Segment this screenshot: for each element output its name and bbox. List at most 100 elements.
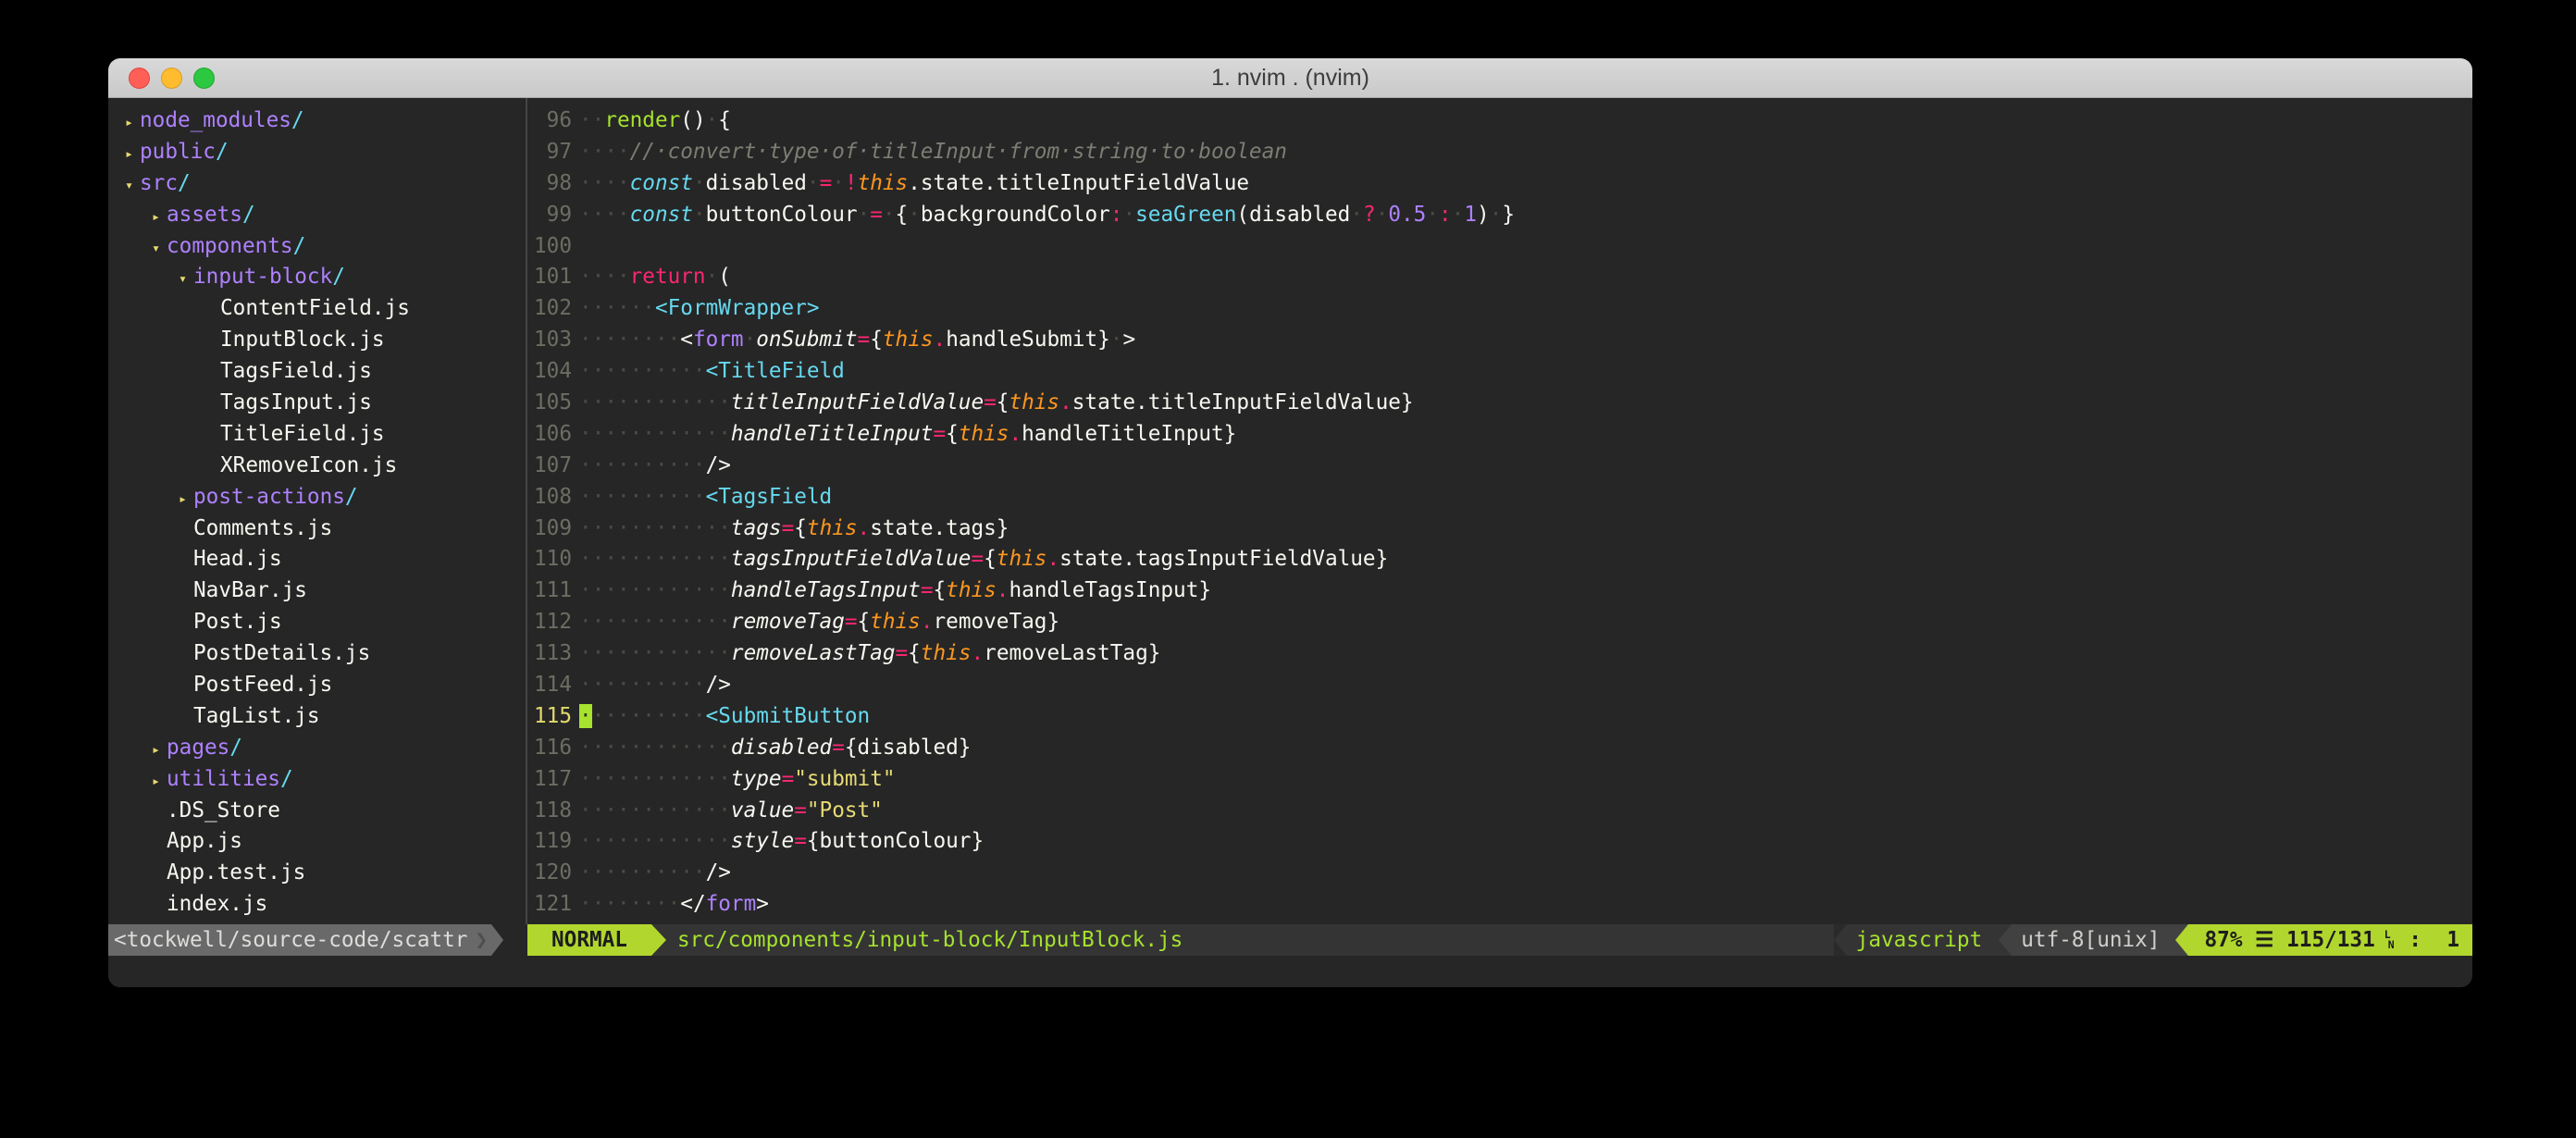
tree-item-file[interactable]: index.js	[108, 889, 526, 921]
code-line[interactable]: 108··········<TagsField	[527, 482, 2472, 513]
tree-item-file[interactable]: PostDetails.js	[108, 638, 526, 670]
code-line[interactable]: 115··········<SubmitButton	[527, 701, 2472, 733]
code-token: ·	[1122, 203, 1135, 227]
tree-item-file[interactable]: App.test.js	[108, 858, 526, 889]
code-token: "submit"	[794, 767, 895, 791]
tree-item-file[interactable]: App.js	[108, 826, 526, 858]
code-token: ········	[579, 328, 680, 352]
code-line[interactable]: 112············removeTag={this.removeTag…	[527, 607, 2472, 638]
line-number: 109	[527, 513, 572, 545]
code-line[interactable]: 107··········/>	[527, 451, 2472, 482]
code-line[interactable]: 119············style={buttonColour}	[527, 826, 2472, 858]
code-line[interactable]: 109············tags={this.state.tags}	[527, 513, 2472, 545]
tree-item-file[interactable]: NavBar.js	[108, 575, 526, 607]
code-line[interactable]: 116············disabled={disabled}	[527, 733, 2472, 764]
code-line[interactable]: 111············handleTagsInput={this.han…	[527, 575, 2472, 607]
chevron-right-icon[interactable]: ▸	[152, 735, 167, 766]
code-token: </	[680, 892, 705, 916]
code-token: handleTagsInput}	[1009, 578, 1211, 602]
tree-item-file[interactable]: TagsField.js	[108, 356, 526, 388]
tree-item-file[interactable]: TitleField.js	[108, 419, 526, 451]
nerdtree-panel[interactable]: ▸node_modules/▸public/▾src/▸assets/▾comp…	[108, 98, 526, 924]
code-line[interactable]: 105············titleInputFieldValue={thi…	[527, 388, 2472, 419]
line-number: 117	[527, 764, 572, 796]
code-token: (	[718, 265, 731, 289]
chevron-right-icon: ❯	[475, 924, 491, 956]
chevron-right-icon[interactable]: ▸	[179, 484, 193, 515]
code-line[interactable]: 101····return·(	[527, 262, 2472, 293]
code-token: this	[997, 547, 1047, 571]
code-token: <	[680, 328, 693, 352]
tree-item-dir[interactable]: ▸post-actions/	[108, 482, 526, 513]
file-name: PostDetails.js	[193, 641, 370, 665]
file-name: index.js	[167, 892, 267, 916]
code-token: :	[1110, 203, 1123, 227]
tree-item-file[interactable]: PostFeed.js	[108, 670, 526, 701]
chevron-right-icon[interactable]: ▸	[152, 202, 167, 233]
code-token: =	[820, 171, 833, 195]
code-line[interactable]: 96··render()·{	[527, 105, 2472, 137]
tree-item-dir[interactable]: ▾input-block/	[108, 262, 526, 293]
code-line[interactable]: 97····//·convert·type·of·titleInput·from…	[527, 137, 2472, 168]
tree-item-dir[interactable]: ▾src/	[108, 168, 526, 200]
line-position: 115/131	[2286, 924, 2375, 956]
tree-item-file[interactable]: Comments.js	[108, 513, 526, 545]
dir-slash: /	[242, 203, 255, 227]
code-token: ·	[706, 108, 719, 132]
tree-item-dir[interactable]: ▸utilities/	[108, 764, 526, 796]
line-number: 105	[527, 388, 572, 419]
code-line[interactable]: 110············tagsInputFieldValue={this…	[527, 544, 2472, 575]
tree-item-file[interactable]: TagsInput.js	[108, 388, 526, 419]
code-line[interactable]: 103········<form·onSubmit={this.handleSu…	[527, 325, 2472, 356]
code-token: =	[870, 203, 883, 227]
code-token: removeLastTag}	[984, 641, 1160, 665]
tree-item-file[interactable]: .DS_Store	[108, 796, 526, 827]
line-number: 107	[527, 451, 572, 482]
code-token: ·········	[592, 704, 706, 728]
file-name: ContentField.js	[220, 296, 410, 320]
chevron-right-icon[interactable]: ▸	[125, 139, 140, 170]
tree-item-file[interactable]: Post.js	[108, 607, 526, 638]
tree-item-dir[interactable]: ▸assets/	[108, 200, 526, 231]
code-token: removeTag	[731, 610, 845, 634]
code-token: return	[630, 265, 706, 289]
code-line[interactable]: 120··········/>	[527, 858, 2472, 889]
code-line[interactable]: 98····const·disabled·=·!this.state.title…	[527, 168, 2472, 200]
tree-item-dir[interactable]: ▸pages/	[108, 733, 526, 764]
code-token: removeTag}	[934, 610, 1060, 634]
code-token: ········	[579, 892, 680, 916]
code-line[interactable]: 117············type="submit"	[527, 764, 2472, 796]
tree-item-file[interactable]: XRemoveIcon.js	[108, 451, 526, 482]
chevron-right-icon[interactable]: ▸	[152, 766, 167, 798]
chevron-down-icon[interactable]: ▾	[125, 170, 140, 202]
code-token: titleInputFieldValue	[731, 390, 984, 414]
code-line[interactable]: 104··········<TitleField	[527, 356, 2472, 388]
code-line[interactable]: 106············handleTitleInput={this.ha…	[527, 419, 2472, 451]
code-token: ·	[908, 203, 921, 227]
line-number: 121	[527, 889, 572, 921]
tree-item-dir[interactable]: ▸node_modules/	[108, 105, 526, 137]
tree-item-file[interactable]: InputBlock.js	[108, 325, 526, 356]
tree-item-dir[interactable]: ▾components/	[108, 231, 526, 263]
command-line[interactable]	[108, 956, 2472, 987]
code-editor[interactable]: 96··render()·{97····//·convert·type·of·t…	[527, 98, 2472, 924]
code-token: >	[756, 892, 769, 916]
chevron-right-icon[interactable]: ▸	[125, 107, 140, 139]
chevron-down-icon[interactable]: ▾	[152, 233, 167, 265]
code-line[interactable]: 118············value="Post"	[527, 796, 2472, 827]
powerline-arrow-icon	[1834, 924, 1847, 956]
code-line[interactable]: 100	[527, 231, 2472, 263]
tree-item-file[interactable]: Head.js	[108, 544, 526, 575]
code-line[interactable]: 121········</form>	[527, 889, 2472, 921]
code-token: (disabled	[1236, 203, 1350, 227]
chevron-down-icon[interactable]: ▾	[179, 264, 193, 295]
code-line[interactable]: 113············removeLastTag={this.remov…	[527, 638, 2472, 670]
tree-item-dir[interactable]: ▸public/	[108, 137, 526, 168]
tree-item-file[interactable]: TagList.js	[108, 701, 526, 733]
code-line[interactable]: 114··········/>	[527, 670, 2472, 701]
title-bar[interactable]: 1. nvim . (nvim)	[108, 58, 2472, 98]
code-line[interactable]: 102······<FormWrapper>	[527, 293, 2472, 325]
code-token: ····	[579, 171, 630, 195]
code-line[interactable]: 99····const·buttonColour·=·{·backgroundC…	[527, 200, 2472, 231]
tree-item-file[interactable]: ContentField.js	[108, 293, 526, 325]
